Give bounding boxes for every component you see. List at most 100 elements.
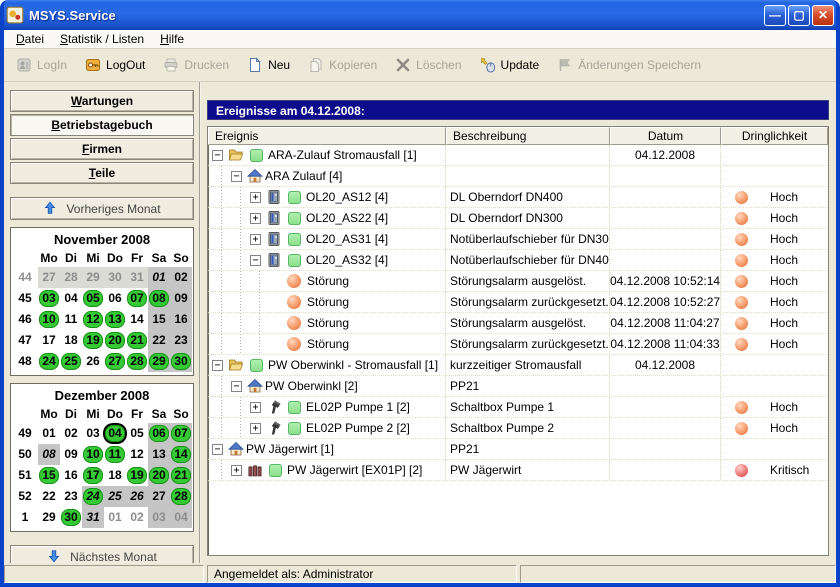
calendar-day[interactable]: 20: [104, 330, 126, 351]
calendar-day[interactable]: 01: [148, 267, 170, 288]
calendar-day[interactable]: 17: [38, 330, 60, 351]
calendar-day[interactable]: 30: [170, 351, 192, 372]
calendar-day[interactable]: 15: [148, 309, 170, 330]
calendar-day[interactable]: 16: [170, 309, 192, 330]
table-row[interactable]: StörungStörungsalarm zurückgesetzt.04.12…: [208, 292, 828, 313]
collapse-icon[interactable]: −: [231, 381, 242, 392]
calendar-day[interactable]: 30: [60, 507, 82, 528]
copy-button[interactable]: Kopieren: [308, 57, 377, 73]
calendar-day[interactable]: 08: [38, 444, 60, 465]
calendar-day[interactable]: 28: [60, 267, 82, 288]
calendar-day[interactable]: 24: [38, 351, 60, 372]
calendar-day[interactable]: 24: [82, 486, 104, 507]
calendar-day[interactable]: 03: [38, 288, 60, 309]
calendar-day[interactable]: 15: [38, 465, 60, 486]
calendar-day[interactable]: 11: [60, 309, 82, 330]
expand-icon[interactable]: +: [250, 192, 261, 203]
calendar-day[interactable]: 23: [60, 486, 82, 507]
calendar-day[interactable]: 06: [148, 423, 170, 444]
maximize-button[interactable]: ▢: [788, 5, 810, 26]
previous-month-button[interactable]: Vorheriges Monat: [10, 197, 194, 220]
calendar-day[interactable]: 26: [82, 351, 104, 372]
menu-datei[interactable]: Datei: [8, 30, 52, 48]
calendar-day[interactable]: 27: [104, 351, 126, 372]
calendar-day[interactable]: 29: [38, 507, 60, 528]
table-row[interactable]: StörungStörungsalarm ausgelöst.04.12.200…: [208, 271, 828, 292]
calendar-day[interactable]: 27: [148, 486, 170, 507]
column-header-ereignis[interactable]: Ereignis: [208, 127, 446, 145]
calendar-day[interactable]: 02: [126, 507, 148, 528]
logout-button[interactable]: LogOut: [85, 57, 145, 73]
collapse-icon[interactable]: −: [212, 360, 223, 371]
calendar-day[interactable]: 19: [126, 465, 148, 486]
calendar-day[interactable]: 27: [38, 267, 60, 288]
table-row[interactable]: −PW Oberwinkl - Stromausfall [1]kurzzeit…: [208, 355, 828, 376]
calendar-day[interactable]: 10: [82, 444, 104, 465]
calendar-day[interactable]: 03: [82, 423, 104, 444]
calendar-day[interactable]: 04: [60, 288, 82, 309]
calendar-day[interactable]: 02: [170, 267, 192, 288]
calendar-day[interactable]: 18: [104, 465, 126, 486]
collapse-icon[interactable]: −: [212, 444, 223, 455]
table-row[interactable]: −ARA-Zulauf Stromausfall [1]04.12.2008: [208, 145, 828, 166]
delete-button[interactable]: Löschen: [395, 57, 461, 73]
save-changes-button[interactable]: Änderungen Speichern: [557, 57, 701, 73]
table-row[interactable]: −ARA Zulauf [4]: [208, 166, 828, 187]
calendar-day[interactable]: 29: [82, 267, 104, 288]
calendar-day[interactable]: 21: [170, 465, 192, 486]
expand-icon[interactable]: +: [250, 213, 261, 224]
calendar-day[interactable]: 21: [126, 330, 148, 351]
calendar-day[interactable]: 23: [170, 330, 192, 351]
calendar-day[interactable]: 31: [126, 267, 148, 288]
next-month-button[interactable]: Nächstes Monat: [10, 545, 194, 563]
calendar-day[interactable]: 10: [38, 309, 60, 330]
table-row[interactable]: +EL02P Pumpe 2 [2]Schaltbox Pumpe 2Hoch: [208, 418, 828, 439]
login-button[interactable]: LogIn: [16, 57, 67, 73]
table-row[interactable]: StörungStörungsalarm ausgelöst.04.12.200…: [208, 313, 828, 334]
calendar-day[interactable]: 03: [148, 507, 170, 528]
update-button[interactable]: Update: [480, 57, 540, 73]
calendar-day[interactable]: 05: [126, 423, 148, 444]
calendar-day[interactable]: 01: [104, 507, 126, 528]
calendar-day[interactable]: 29: [148, 351, 170, 372]
sidebar-item-wartungen[interactable]: Wartungen: [10, 90, 194, 112]
column-header-datum[interactable]: Datum: [610, 127, 721, 145]
expand-icon[interactable]: +: [231, 465, 242, 476]
calendar-day[interactable]: 05: [82, 288, 104, 309]
calendar-day[interactable]: 18: [60, 330, 82, 351]
column-header-beschreibung[interactable]: Beschreibung: [446, 127, 610, 145]
calendar-day[interactable]: 25: [60, 351, 82, 372]
collapse-icon[interactable]: −: [231, 171, 242, 182]
calendar-day[interactable]: 13: [148, 444, 170, 465]
collapse-icon[interactable]: −: [212, 150, 223, 161]
new-button[interactable]: Neu: [247, 57, 290, 73]
calendar-day[interactable]: 14: [170, 444, 192, 465]
table-row[interactable]: −OL20_AS32 [4]Notüberlaufschieber für DN…: [208, 250, 828, 271]
table-row[interactable]: +PW Jägerwirt [EX01P] [2]PW JägerwirtKri…: [208, 460, 828, 481]
calendar-day[interactable]: 14: [126, 309, 148, 330]
table-row[interactable]: +OL20_AS31 [4]Notüberlaufschieber für DN…: [208, 229, 828, 250]
calendar-day[interactable]: 20: [148, 465, 170, 486]
calendar-day[interactable]: 25: [104, 486, 126, 507]
calendar-day[interactable]: 31: [82, 507, 104, 528]
table-row[interactable]: −PW Oberwinkl [2]PP21: [208, 376, 828, 397]
calendar-day[interactable]: 12: [82, 309, 104, 330]
calendar-day[interactable]: 11: [104, 444, 126, 465]
sidebar-item-betriebstagebuch[interactable]: Betriebstagebuch: [10, 114, 194, 136]
calendar-day[interactable]: 30: [104, 267, 126, 288]
table-row[interactable]: +EL02P Pumpe 1 [2]Schaltbox Pumpe 1Hoch: [208, 397, 828, 418]
calendar-day[interactable]: 09: [170, 288, 192, 309]
calendar-day[interactable]: 22: [148, 330, 170, 351]
calendar-day[interactable]: 28: [126, 351, 148, 372]
table-row[interactable]: +OL20_AS12 [4]DL Oberndorf DN400Hoch: [208, 187, 828, 208]
calendar-day[interactable]: 16: [60, 465, 82, 486]
sidebar-item-firmen[interactable]: Firmen: [10, 138, 194, 160]
calendar-day[interactable]: 04: [104, 423, 126, 444]
calendar-day[interactable]: 28: [170, 486, 192, 507]
calendar-day[interactable]: 02: [60, 423, 82, 444]
calendar-day[interactable]: 09: [60, 444, 82, 465]
column-header-dringlichkeit[interactable]: Dringlichkeit: [721, 127, 828, 145]
calendar-day[interactable]: 13: [104, 309, 126, 330]
calendar-day[interactable]: 19: [82, 330, 104, 351]
sidebar-item-teile[interactable]: Teile: [10, 162, 194, 184]
